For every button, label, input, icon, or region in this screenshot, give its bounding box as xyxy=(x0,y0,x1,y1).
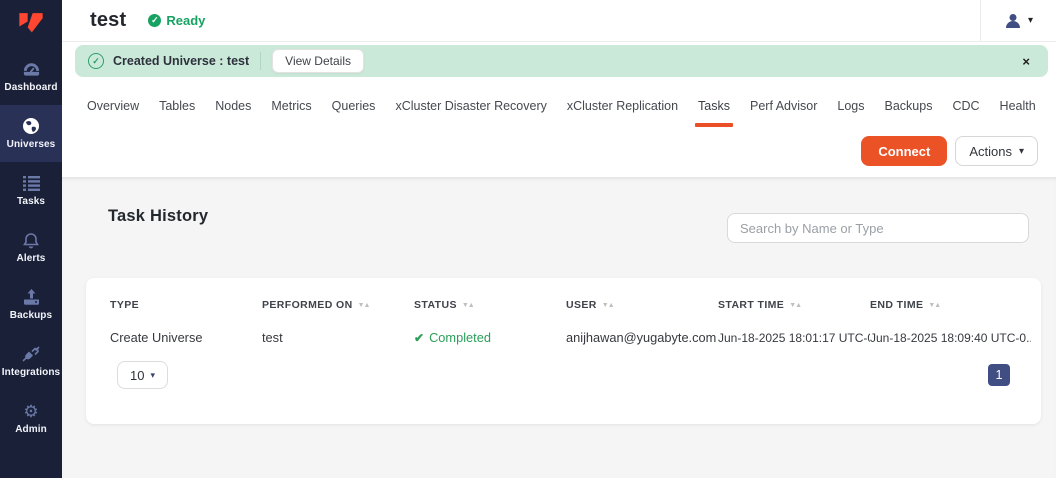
column-header-start-time[interactable]: START TIME ▼▲ xyxy=(718,299,870,311)
tab-bar: Overview Tables Nodes Metrics Queries xC… xyxy=(87,99,1036,127)
cell-start-time: Jun-18-2025 18:01:17 UTC-0... xyxy=(718,330,870,345)
sort-icon: ▼▲ xyxy=(789,301,802,309)
main-area: test ✓ Ready ▾ ✓ Created Universe : test… xyxy=(62,0,1056,478)
sidebar-item-admin[interactable]: ⚙ Admin xyxy=(0,390,62,447)
sidebar-item-label: Integrations xyxy=(1,367,61,378)
column-header-performed-on[interactable]: PERFORMED ON ▼▲ xyxy=(262,299,414,311)
sort-icon: ▼▲ xyxy=(461,301,475,309)
status-label: Ready xyxy=(166,13,206,28)
tab-tables[interactable]: Tables xyxy=(159,99,195,119)
page-size-dropdown[interactable]: 10 ▾ xyxy=(117,361,168,389)
cell-end-time: Jun-18-2025 18:09:40 UTC-0... xyxy=(870,330,1031,345)
status-text: Completed xyxy=(429,330,491,345)
column-header-end-time[interactable]: END TIME ▼▲ xyxy=(870,299,1031,311)
success-banner: ✓ Created Universe : test View Details × xyxy=(75,45,1048,77)
pagination-row: 10 ▾ 1 xyxy=(86,361,1041,389)
sidebar-item-tasks[interactable]: Tasks xyxy=(0,162,62,219)
table-row[interactable]: Create Universe test ✔ Completed anijhaw… xyxy=(86,330,1041,345)
column-header-status[interactable]: STATUS ▼▲ xyxy=(414,299,566,311)
sidebar-item-label: Universes xyxy=(6,139,56,150)
tab-tasks[interactable]: Tasks xyxy=(695,99,733,127)
user-avatar-icon xyxy=(1005,13,1020,28)
sidebar-item-label: Tasks xyxy=(16,196,46,207)
cell-performed-on: test xyxy=(262,330,283,345)
ready-check-icon: ✓ xyxy=(148,14,162,27)
topbar: test ✓ Ready ▾ xyxy=(62,0,1056,42)
sidebar-item-label: Alerts xyxy=(16,253,46,264)
view-details-button[interactable]: View Details xyxy=(272,49,364,73)
column-header-user[interactable]: USER ▼▲ xyxy=(566,299,718,311)
tasks-icon xyxy=(22,174,40,192)
integrations-icon xyxy=(22,345,40,363)
sidebar-item-label: Dashboard xyxy=(4,82,58,93)
tab-metrics[interactable]: Metrics xyxy=(271,99,311,119)
search-input[interactable] xyxy=(727,213,1029,243)
tab-xcluster-disaster-recovery[interactable]: xCluster Disaster Recovery xyxy=(395,99,546,119)
universes-icon xyxy=(22,117,40,135)
column-header-type[interactable]: TYPE xyxy=(110,299,262,311)
sidebar: Dashboard Universes Tasks Alerts Backups… xyxy=(0,0,62,478)
section-header: Task History xyxy=(62,207,1056,243)
yugabyte-logo[interactable] xyxy=(0,0,62,48)
tab-perf-advisor[interactable]: Perf Advisor xyxy=(750,99,817,119)
banner-divider xyxy=(260,52,262,70)
backups-icon xyxy=(23,288,40,306)
tab-backups[interactable]: Backups xyxy=(885,99,933,119)
tabs-zone: Overview Tables Nodes Metrics Queries xC… xyxy=(62,77,1056,177)
sidebar-item-backups[interactable]: Backups xyxy=(0,276,62,333)
chevron-down-icon: ▾ xyxy=(150,369,155,380)
sidebar-item-universes[interactable]: Universes xyxy=(0,105,62,162)
tab-cdc[interactable]: CDC xyxy=(952,99,979,119)
sort-icon: ▼▲ xyxy=(601,301,615,309)
sidebar-item-label: Backups xyxy=(9,310,53,321)
yugabyte-logo-icon xyxy=(19,13,43,33)
app-window: Dashboard Universes Tasks Alerts Backups… xyxy=(0,0,1056,478)
sidebar-item-alerts[interactable]: Alerts xyxy=(0,219,62,276)
dashboard-icon xyxy=(22,60,41,78)
cell-user: anijhawan@yugabyte.com xyxy=(566,330,717,345)
tab-overview[interactable]: Overview xyxy=(87,99,139,119)
action-row: Connect Actions ▾ xyxy=(861,136,1038,166)
cell-status: ✔ Completed xyxy=(414,330,566,345)
page-number-button[interactable]: 1 xyxy=(988,364,1010,386)
banner-message: Created Universe : test xyxy=(113,54,250,68)
alerts-icon xyxy=(23,231,39,249)
sidebar-item-integrations[interactable]: Integrations xyxy=(0,333,62,390)
task-history-section: Task History TYPE PERFORMED ON ▼▲ STATUS… xyxy=(62,177,1056,478)
admin-gear-icon: ⚙ xyxy=(23,401,39,421)
tab-health[interactable]: Health xyxy=(1000,99,1036,119)
chevron-down-icon: ▾ xyxy=(1027,15,1034,26)
actions-label: Actions xyxy=(969,143,1012,159)
tab-logs[interactable]: Logs xyxy=(837,99,864,119)
chevron-down-icon: ▾ xyxy=(1018,145,1024,157)
user-menu[interactable]: ▾ xyxy=(980,0,1056,42)
tab-xcluster-replication[interactable]: xCluster Replication xyxy=(567,99,678,119)
actions-dropdown-button[interactable]: Actions ▾ xyxy=(955,136,1038,166)
sidebar-item-dashboard[interactable]: Dashboard xyxy=(0,48,62,105)
sidebar-item-label: Admin xyxy=(15,424,47,435)
page-title: Task History xyxy=(108,207,209,225)
status-badge: ✓ Ready xyxy=(148,13,205,28)
sort-icon: ▼▲ xyxy=(357,301,371,309)
cell-type: Create Universe xyxy=(110,330,203,345)
completed-check-icon: ✔ xyxy=(414,330,425,345)
tab-queries[interactable]: Queries xyxy=(332,99,376,119)
close-icon[interactable]: × xyxy=(1018,52,1034,71)
sort-icon: ▼▲ xyxy=(928,301,941,309)
connect-button[interactable]: Connect xyxy=(861,136,948,166)
universe-title: test xyxy=(90,9,127,31)
page-size-value: 10 xyxy=(130,367,145,383)
task-table-card: TYPE PERFORMED ON ▼▲ STATUS ▼▲ USER ▼▲ S… xyxy=(86,278,1041,424)
tab-nodes[interactable]: Nodes xyxy=(215,99,251,119)
success-check-icon: ✓ xyxy=(88,53,104,69)
table-header-row: TYPE PERFORMED ON ▼▲ STATUS ▼▲ USER ▼▲ S… xyxy=(86,278,1041,311)
